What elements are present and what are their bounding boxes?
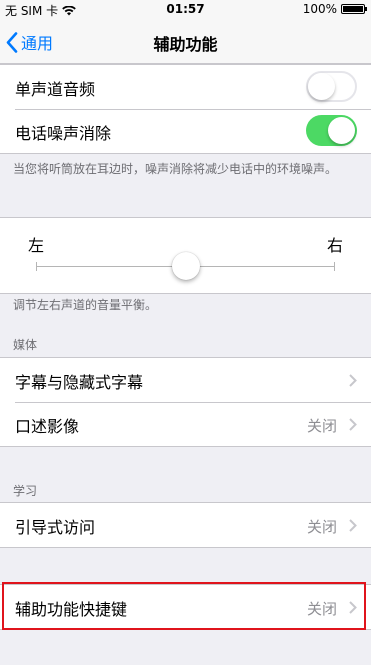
battery-percent: 100% bbox=[302, 2, 337, 16]
learning-section-header: 学习 bbox=[13, 484, 38, 498]
learning-group: 引导式访问 关闭 bbox=[0, 502, 371, 548]
subtitles-cell[interactable]: 字幕与隐藏式字幕 bbox=[0, 358, 371, 402]
noise-cancellation-toggle[interactable] bbox=[306, 115, 357, 146]
battery-fill bbox=[343, 6, 363, 12]
highlight-annotation-box bbox=[2, 582, 366, 630]
toggle-knob bbox=[328, 117, 355, 144]
balance-right-label: 右 bbox=[326, 236, 343, 255]
balance-footer: 调节左右声道的音量平衡。 bbox=[13, 298, 158, 312]
noise-cancellation-cell: 电话噪声消除 bbox=[0, 109, 371, 153]
chevron-right-icon bbox=[349, 519, 357, 532]
guided-access-cell[interactable]: 引导式访问 关闭 bbox=[0, 503, 371, 547]
audio-description-cell[interactable]: 口述影像 关闭 bbox=[0, 402, 371, 446]
mono-audio-label: 单声道音频 bbox=[15, 80, 96, 99]
status-right: 100% bbox=[302, 2, 367, 16]
audio-description-value: 关闭 bbox=[306, 417, 337, 435]
battery-icon bbox=[341, 4, 367, 14]
page-title: 辅助功能 bbox=[153, 35, 218, 54]
noise-cancellation-label: 电话噪声消除 bbox=[15, 124, 112, 143]
chevron-right-icon bbox=[349, 418, 357, 431]
slider-tick-left bbox=[36, 262, 37, 271]
subtitles-label: 字幕与隐藏式字幕 bbox=[15, 373, 144, 392]
media-group: 字幕与隐藏式字幕 口述影像 关闭 bbox=[0, 357, 371, 447]
media-section-header: 媒体 bbox=[13, 338, 38, 352]
mono-audio-toggle[interactable] bbox=[306, 71, 357, 102]
balance-group: 左 右 bbox=[0, 217, 371, 294]
guided-access-label: 引导式访问 bbox=[15, 518, 96, 537]
mono-audio-cell: 单声道音频 bbox=[0, 65, 371, 109]
noise-cancellation-footer: 当您将听筒放在耳边时，噪声消除将减少电话中的环境噪声。 bbox=[13, 162, 338, 176]
toggle-knob bbox=[308, 73, 335, 100]
chevron-right-icon bbox=[349, 374, 357, 387]
balance-left-label: 左 bbox=[28, 236, 45, 255]
audio-description-label: 口述影像 bbox=[15, 417, 80, 436]
status-bar: 无 SIM 卡 01:57 100% bbox=[0, 0, 371, 20]
balance-slider-thumb[interactable] bbox=[171, 252, 200, 280]
slider-tick-right bbox=[334, 262, 335, 271]
guided-access-value: 关闭 bbox=[306, 518, 337, 536]
navigation-bar: 通用 辅助功能 bbox=[0, 20, 371, 64]
audio-settings-group: 单声道音频 电话噪声消除 bbox=[0, 64, 371, 154]
